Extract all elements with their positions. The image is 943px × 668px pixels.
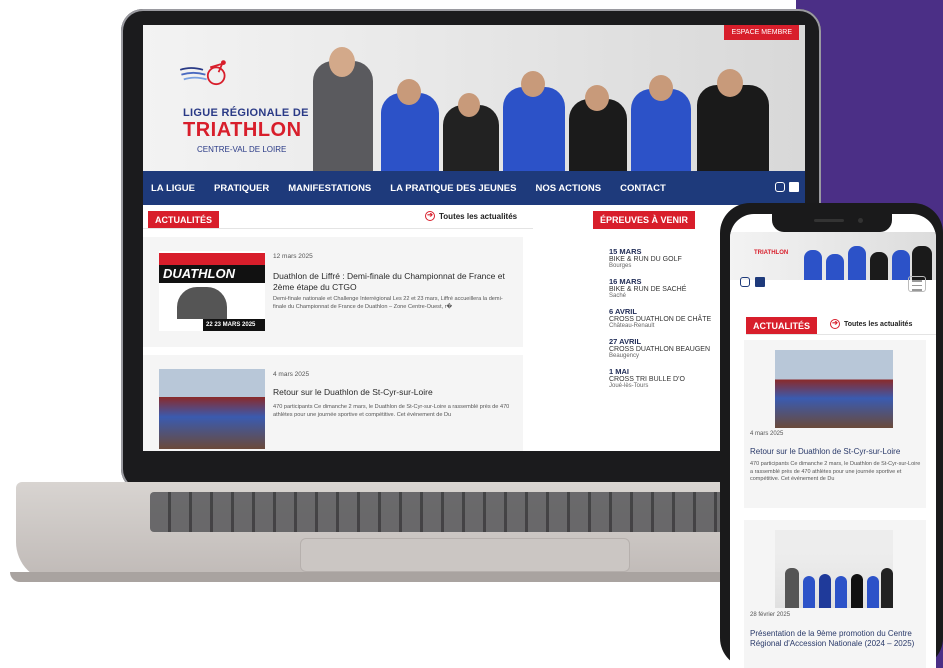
facebook-icon[interactable]	[789, 182, 799, 192]
nav-contact[interactable]: CONTACT	[620, 183, 666, 194]
thumb-date-text: 22 23 MARS 2025	[203, 319, 265, 331]
phone-article-date: 28 février 2025	[750, 612, 791, 618]
article-date: 4 mars 2025	[273, 371, 310, 378]
article-thumbnail: DUATHLON 22 23 MARS 2025	[159, 251, 265, 331]
espace-membre-button[interactable]: ESPACE MEMBRE	[724, 25, 799, 40]
actualites-divider	[143, 228, 533, 229]
hamburger-menu-icon[interactable]	[908, 276, 926, 292]
main-navbar: LA LIGUE PRATIQUER MANIFESTATIONS LA PRA…	[143, 171, 805, 205]
nav-la-ligue[interactable]: LA LIGUE	[151, 183, 195, 194]
phone-camera	[858, 218, 863, 223]
article-excerpt: 470 participants Ce dimanche 2 mars, le …	[273, 404, 510, 418]
article-date: 12 mars 2025	[273, 253, 313, 260]
mockup-stage: LIGUE RÉGIONALE DE TRIATHLON CENTRE-VAL …	[0, 0, 943, 668]
phone-article-title[interactable]: Présentation de la 9ème promotion du Cen…	[750, 629, 922, 649]
thumb-duathlon-text: DUATHLON	[159, 265, 265, 283]
phone-article-thumbnail	[775, 530, 893, 608]
phone-social-icons	[740, 277, 765, 287]
nav-pratique-jeunes[interactable]: LA PRATIQUE DES JEUNES	[390, 183, 516, 194]
article-card[interactable]: DUATHLON 22 23 MARS 2025 12 mars 2025 Du…	[143, 237, 523, 347]
instagram-icon[interactable]	[740, 277, 750, 287]
arrow-circle-icon: ➔	[425, 211, 435, 221]
article-thumbnail	[159, 369, 265, 449]
social-icons	[775, 182, 799, 192]
nav-nos-actions[interactable]: NOS ACTIONS	[535, 183, 601, 194]
laptop-keyboard	[150, 492, 780, 532]
actualites-heading: ACTUALITÉS	[148, 211, 219, 229]
phone-speaker	[814, 219, 844, 222]
article-excerpt: Demi-finale nationale et Challenge Inter…	[273, 296, 503, 310]
phone-notch	[772, 214, 892, 232]
phone-toutes-label: Toutes les actualités	[844, 320, 913, 328]
article-title[interactable]: Retour sur le Duathlon de St-Cyr-sur-Loi…	[273, 387, 513, 398]
article-title[interactable]: Duathlon de Liffré : Demi-finale du Cham…	[273, 271, 513, 292]
toutes-actualites-link[interactable]: ➔ Toutes les actualités	[425, 211, 517, 221]
phone-article-card[interactable]: 28 février 2025 Présentation de la 9ème …	[744, 520, 926, 668]
phone-screen: TRIATHLON ACTUALITÉS ➔ Toutes les actual…	[730, 214, 936, 668]
toutes-actualites-label: Toutes les actualités	[439, 211, 518, 221]
phone-article-title[interactable]: Retour sur le Duathlon de St-Cyr-sur-Loi…	[750, 447, 922, 457]
phone-article-thumbnail	[775, 350, 893, 428]
nav-manifestations[interactable]: MANIFESTATIONS	[288, 183, 371, 194]
facebook-icon[interactable]	[755, 277, 765, 287]
triathlon-logo-icon	[179, 60, 226, 86]
laptop-trackpad	[300, 538, 630, 572]
epreuves-heading: ÉPREUVES À VENIR	[593, 211, 696, 229]
phone-article-date: 4 mars 2025	[750, 431, 784, 437]
logo-line-region: CENTRE-VAL DE LOIRE	[197, 145, 287, 154]
phone-divider	[746, 334, 936, 335]
phone-actualites-heading: ACTUALITÉS	[746, 317, 817, 335]
phone-article-card[interactable]: 4 mars 2025 Retour sur le Duathlon de St…	[744, 340, 926, 508]
phone-article-excerpt: 470 participants Ce dimanche 2 mars, le …	[750, 461, 921, 482]
article-card[interactable]: 4 mars 2025 Retour sur le Duathlon de St…	[143, 355, 523, 451]
laptop-screen: LIGUE RÉGIONALE DE TRIATHLON CENTRE-VAL …	[143, 25, 805, 451]
team-photo	[293, 45, 803, 171]
logo-line-triathlon: TRIATHLON	[183, 119, 302, 141]
phone-team-photo	[798, 236, 936, 280]
phone-logo[interactable]: TRIATHLON	[754, 250, 788, 256]
site-hero: LIGUE RÉGIONALE DE TRIATHLON CENTRE-VAL …	[143, 25, 805, 171]
instagram-icon[interactable]	[775, 182, 785, 192]
phone-toutes-actualites-link[interactable]: ➔ Toutes les actualités	[830, 319, 912, 329]
nav-pratiquer[interactable]: PRATIQUER	[214, 183, 269, 194]
arrow-circle-icon: ➔	[830, 319, 840, 329]
logo-line-ligue: LIGUE RÉGIONALE DE	[183, 107, 309, 119]
